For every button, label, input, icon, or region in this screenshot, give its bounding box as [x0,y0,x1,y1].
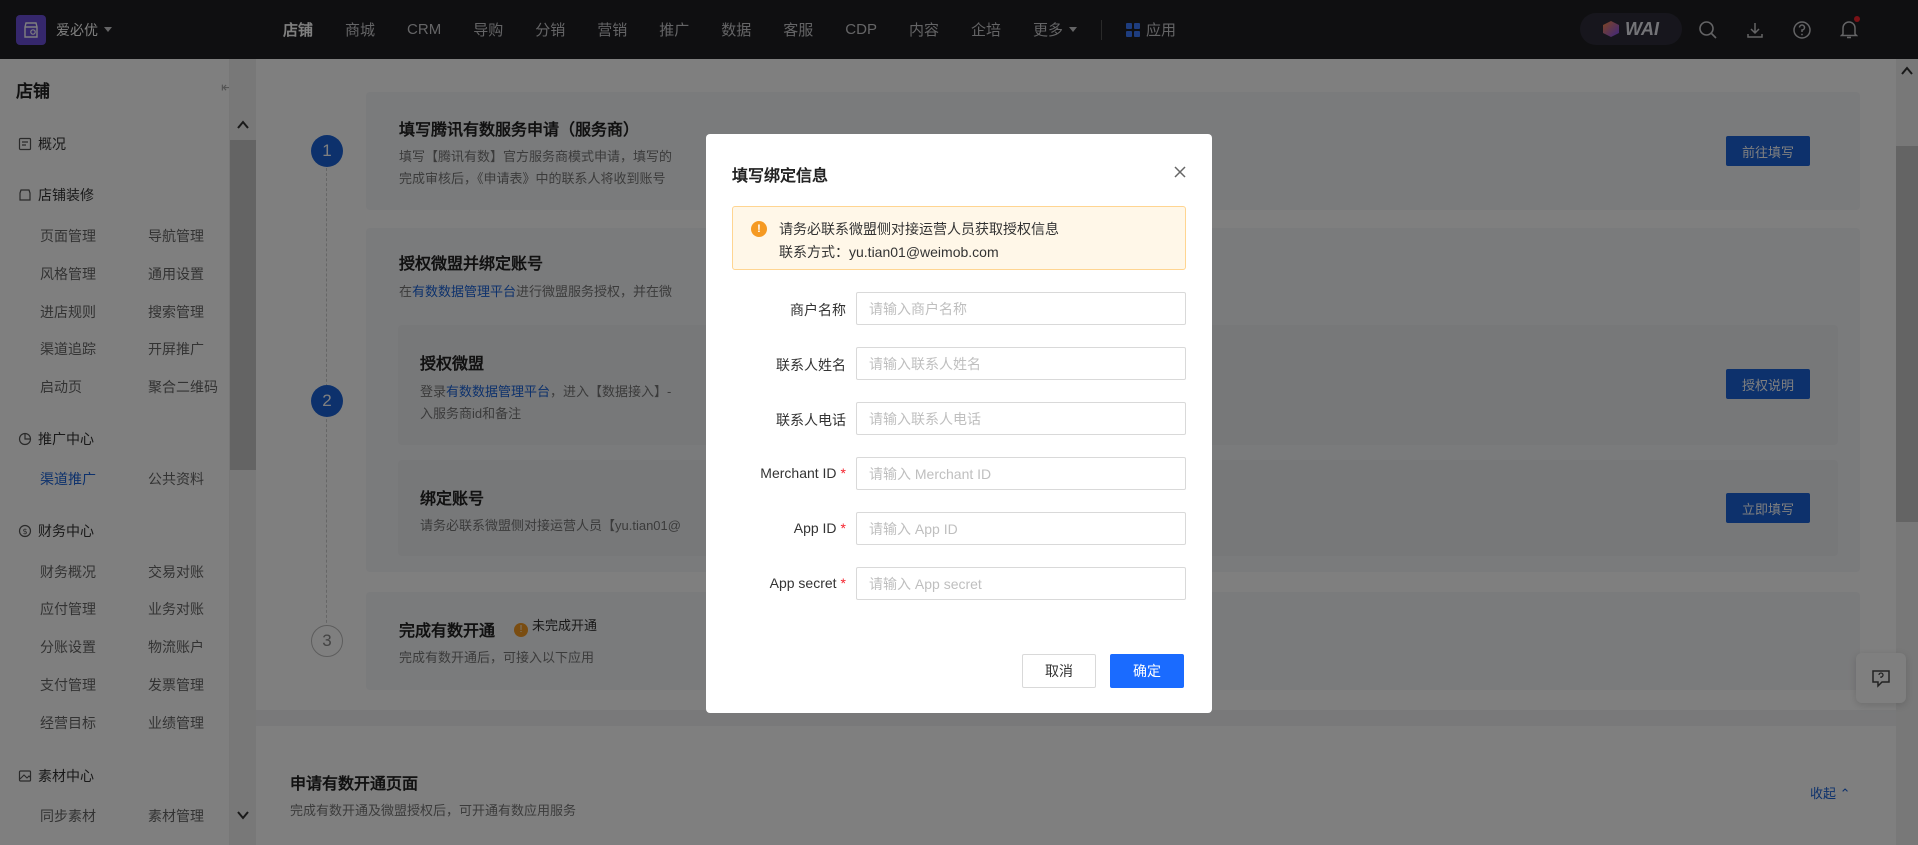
contact-phone-label-text: 联系人电话 [776,412,846,428]
app-secret-input[interactable] [856,567,1186,600]
contact-name-input[interactable] [856,347,1186,380]
app-id-input[interactable] [856,512,1186,545]
cancel-button[interactable]: 取消 [1022,654,1096,688]
form-row-app-id: App ID * [706,512,1212,546]
confirm-button[interactable]: 确定 [1110,654,1184,688]
modal-title: 填写绑定信息 [732,168,829,185]
warning-alert: ! 请务必联系微盟侧对接运营人员获取授权信息 联系方式：yu.tian01@we… [732,206,1186,270]
app-secret-label-text: App secret [769,575,837,591]
merchant-name-label: 商户名称 [790,300,846,320]
required-asterisk: * [840,575,846,591]
form-row-contact-phone: 联系人电话 [706,402,1212,436]
form-row-contact-name: 联系人姓名 [706,347,1212,381]
form-row-merchant-id: Merchant ID * [706,457,1212,491]
app-secret-label: App secret * [770,575,846,591]
contact-phone-input[interactable] [856,402,1186,435]
merchant-name-input[interactable] [856,292,1186,325]
warning-icon: ! [751,221,767,237]
required-asterisk: * [840,465,846,481]
merchant-id-label: Merchant ID * [760,465,846,481]
contact-name-label: 联系人姓名 [776,355,846,375]
form-row-merchant-name: 商户名称 [706,292,1212,326]
form-row-app-secret: App secret * [706,567,1212,601]
alert-line-1: 请务必联系微盟侧对接运营人员获取授权信息 [779,221,1059,237]
merchant-id-label-text: Merchant ID [760,465,837,481]
app-id-label-text: App ID [793,520,837,536]
close-icon[interactable] [1172,164,1188,180]
required-asterisk: * [840,520,846,536]
merchant-name-label-text: 商户名称 [790,302,846,318]
contact-name-label-text: 联系人姓名 [776,357,846,373]
app-id-label: App ID * [794,520,846,536]
bind-info-modal: 填写绑定信息 ! 请务必联系微盟侧对接运营人员获取授权信息 联系方式：yu.ti… [706,134,1212,713]
merchant-id-input[interactable] [856,457,1186,490]
contact-phone-label: 联系人电话 [776,410,846,430]
alert-line-2: 联系方式：yu.tian01@weimob.com [779,244,999,260]
